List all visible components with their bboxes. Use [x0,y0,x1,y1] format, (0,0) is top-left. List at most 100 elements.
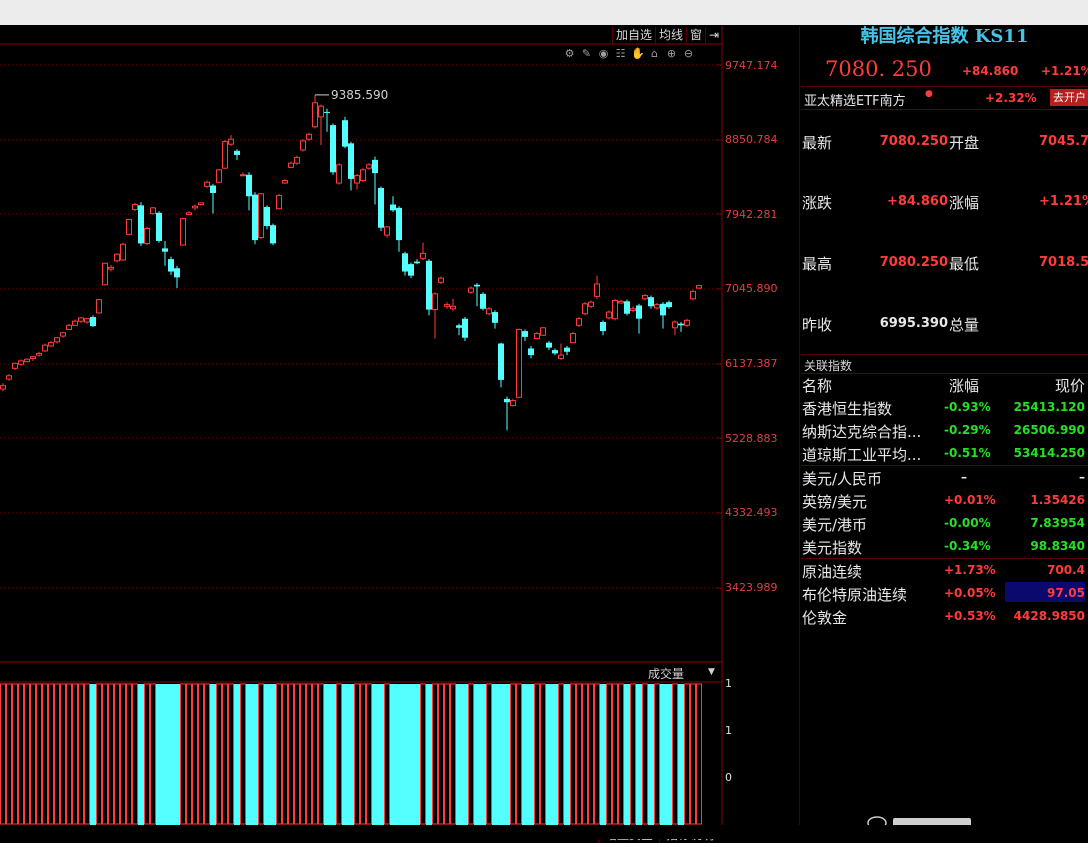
volume-bar [174,684,180,825]
candle-body [192,205,198,209]
exit-arrow-icon[interactable]: ⇥ [705,27,722,44]
volume-bar [60,683,66,825]
price-change-pct: +1.21% [1041,64,1088,78]
zoom-out-icon[interactable]: ⊖ [682,47,695,60]
volume-bar [354,683,360,825]
volume-tick: 0 [725,771,732,784]
volume-bar [636,684,642,825]
volume-bar [186,683,192,825]
quote-label: 最高 [802,255,833,273]
volume-bar [300,683,306,825]
volume-bar [384,683,390,825]
price-tick: 8850.784 [725,133,778,146]
column-price[interactable]: 现价 [1055,375,1085,396]
price-tick: 4332.493 [725,506,778,519]
quote-label: 最低 [949,255,980,273]
related-row[interactable]: 伦敦金 +0.53% 4428.9850 [801,606,1088,628]
related-row[interactable]: 美元指数 -0.34% 98.8340 [801,536,1088,558]
candle-body [462,318,468,338]
column-name[interactable]: 名称 [802,375,832,396]
hand-icon[interactable]: ✋ [631,47,645,60]
candle-body [606,311,612,319]
candle-body [588,301,594,307]
candle-body [324,111,330,113]
volume-bar [78,683,84,825]
related-row[interactable]: 布伦特原油连续 +0.05% 97.05 [801,583,1088,605]
add-watchlist-button[interactable]: 加自选 [612,27,655,44]
related-row[interactable]: 道琼斯工业平均... -0.51% 53414.250 [801,443,1088,465]
chevron-down-icon[interactable]: ▼ [708,667,715,677]
candle-body [516,328,522,398]
related-row[interactable]: 纳斯达克综合指... -0.29% 26506.990 [801,420,1088,442]
related-price: 4428.9850 [1013,609,1085,623]
candle-body [378,188,384,228]
candle-body [612,299,618,320]
candle-body [318,105,324,118]
candle-body [330,125,336,173]
candle-body [390,204,396,211]
related-row[interactable]: 英镑/美元 +0.01% 1.35426 [801,490,1088,512]
kline-chart[interactable]: 9385.590 [0,25,801,839]
candle-body [474,284,480,287]
candle-body [690,290,696,300]
related-pct: +1.73% [944,563,996,577]
etf-promo-row[interactable]: 亚太精选ETF南方 ● +2.32% 去开户 [801,86,1088,110]
lock-icon[interactable]: ⌂ [648,47,661,60]
moving-average-button[interactable]: 均线 [655,27,686,44]
volume-bar [438,683,444,825]
candle-body [216,169,222,183]
volume-bar [468,683,474,825]
pencil-icon[interactable]: ✎ [580,47,593,60]
candle-body [258,193,264,239]
candle-body [672,321,678,329]
window-button[interactable]: 窗 [686,27,705,44]
volume-bar [684,683,690,825]
settings-icon[interactable]: ⚙ [563,47,576,60]
candle-body [426,260,432,310]
column-pct[interactable]: 涨幅 [949,375,979,396]
candle-body [636,305,642,319]
volume-bar [294,683,300,825]
volume-bar [486,683,492,825]
volume-tick: 1 [725,677,732,690]
quote-value: 6995.390 [879,316,948,331]
candle-body [564,347,570,352]
eye-icon[interactable]: ◉ [597,47,610,60]
volume-bar [420,683,426,825]
volume-bar [516,683,522,825]
volume-bar [318,683,324,825]
zoom-in-icon[interactable]: ⊕ [665,47,678,60]
kline-chart-area[interactable]: 9385.590 [0,25,801,839]
volume-bar [348,684,354,825]
candle-body [504,398,510,403]
grid-icon[interactable]: ☷ [614,47,627,60]
candle-body [156,212,162,241]
candle-body [642,295,648,300]
related-row[interactable]: 原油连续 +1.73% 700.4 [801,560,1088,582]
candle-body [666,302,672,308]
candle-body [624,301,630,314]
related-row[interactable]: 美元/人民币 – – [801,467,1088,489]
related-row[interactable]: 美元/港币 -0.00% 7.83954 [801,513,1088,535]
volume-bar [582,683,588,825]
related-pct: -0.93% [944,400,991,414]
volume-indicator-label[interactable]: 成交量 [648,665,684,682]
volume-bar [414,684,420,825]
quote-row: 最新 7080.250 开盘 7045.79 [801,132,1088,152]
etf-name[interactable]: 亚太精选ETF南方 [804,90,906,109]
quote-value: 7080.250 [879,255,948,270]
related-row[interactable]: 香港恒生指数 -0.93% 25413.120 [801,397,1088,419]
candle-body [180,218,186,246]
candle-body [48,342,54,347]
open-account-button[interactable]: 去开户 [1050,89,1088,106]
candle-body [630,308,636,311]
volume-bar [18,683,24,825]
related-pct: +0.53% [944,609,996,623]
volume-bar [342,684,348,825]
volume-bar [630,683,636,825]
volume-bar [126,683,132,825]
candle-body [18,360,24,365]
price-row: 7080. 250 +84.860 +1.21% [801,55,1088,81]
volume-bar [360,683,366,825]
candle-body [246,174,252,197]
